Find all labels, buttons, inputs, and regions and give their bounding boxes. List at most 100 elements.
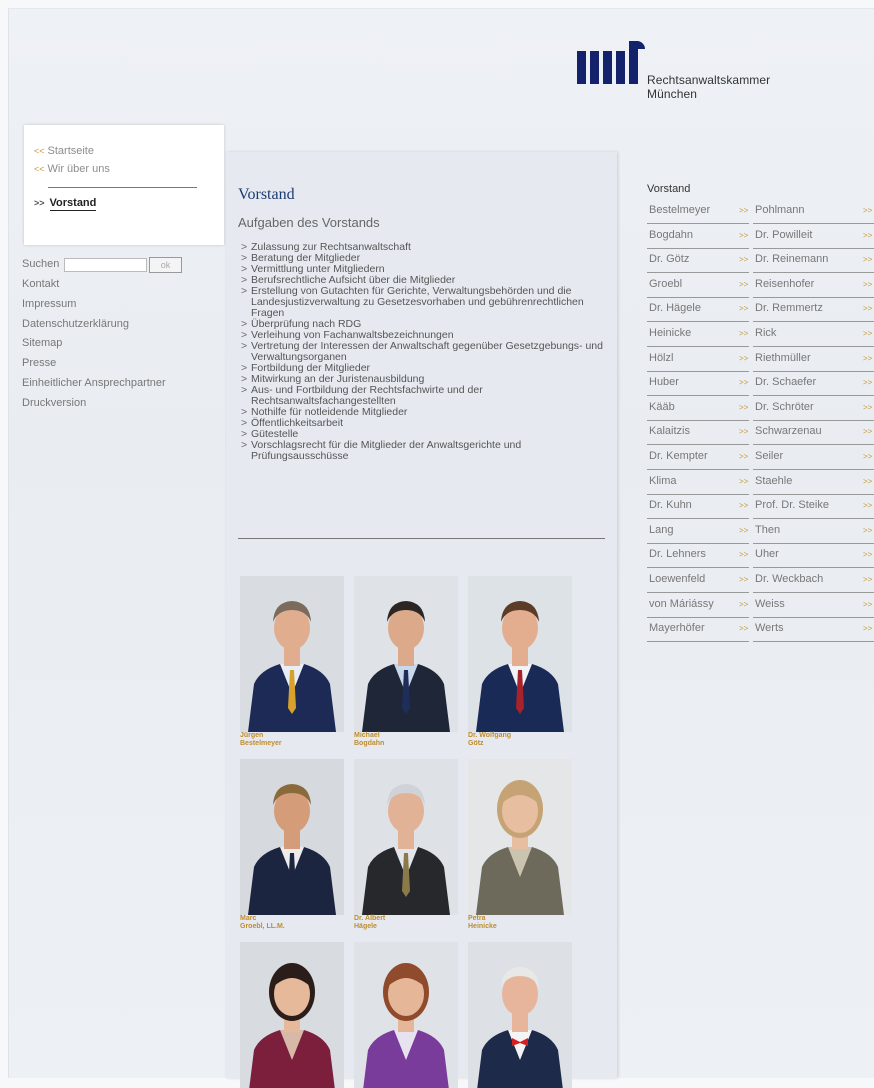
member-link[interactable]: Weiss (755, 598, 785, 610)
row-divider (647, 641, 749, 643)
row-divider (647, 247, 749, 249)
back-arrow-icon: << (34, 164, 45, 174)
portrait-image (468, 759, 572, 915)
member-link[interactable]: Werts (755, 622, 784, 634)
member-link[interactable]: Dr. Powilleit (755, 229, 812, 241)
caption-line1: Petra (468, 915, 486, 922)
row-divider (753, 272, 874, 274)
divider (48, 187, 197, 188)
member-link[interactable]: Bogdahn (649, 229, 693, 241)
row-divider (647, 272, 749, 274)
member-link[interactable]: Dr. Kempter (649, 450, 708, 462)
caption-line2: Hägele (354, 923, 377, 930)
photo-caption[interactable]: Michael Bogdahn (354, 732, 458, 748)
member-link[interactable]: Prof. Dr. Steike (755, 499, 829, 511)
board-member-photo[interactable] (468, 942, 572, 1088)
link-ansprechpartner[interactable]: Einheitlicher Ansprechpartner (22, 377, 166, 389)
breadcrumb-startseite[interactable]: << Startseite (34, 145, 94, 157)
link-kontakt[interactable]: Kontakt (22, 278, 59, 290)
member-link[interactable]: Dr. Lehners (649, 548, 706, 560)
member-link[interactable]: Bestelmeyer (649, 204, 710, 216)
member-link[interactable]: Dr. Götz (649, 253, 689, 265)
member-link[interactable]: Pohlmann (755, 204, 805, 216)
search-button[interactable]: ok (149, 257, 182, 273)
chamber-logo[interactable]: Rechtsanwaltskammer München (577, 41, 797, 111)
portrait-image (354, 576, 458, 732)
member-link[interactable]: von Máriássy (649, 598, 714, 610)
board-member-photo[interactable] (240, 576, 344, 732)
arrow-icon: >> (863, 329, 873, 338)
member-link[interactable]: Dr. Kuhn (649, 499, 692, 511)
member-link[interactable]: Kalaitzis (649, 425, 690, 437)
arrow-icon: >> (739, 476, 749, 486)
member-link[interactable]: Dr. Schröter (755, 401, 814, 413)
member-link[interactable]: Loewenfeld (649, 573, 705, 585)
member-link[interactable]: Seiler (755, 450, 783, 462)
back-arrow-icon: << (34, 146, 45, 156)
photo-caption[interactable]: Marc Groebl, LL.M. (240, 915, 344, 931)
breadcrumb-nav: << Startseite << Wir über uns >> Vorstand (24, 125, 224, 245)
board-member-photo[interactable] (468, 759, 572, 915)
member-link[interactable]: Schwarzenau (755, 425, 822, 437)
member-link[interactable]: Reisenhofer (755, 278, 814, 290)
vorstand-row: Loewenfeld >> Dr. Weckbach >> (647, 570, 874, 594)
link-datenschutz[interactable]: Datenschutzerklärung (22, 318, 129, 330)
board-member-photo[interactable] (354, 942, 458, 1088)
member-link[interactable]: Groebl (649, 278, 682, 290)
row-divider (753, 419, 874, 421)
row-divider (753, 592, 874, 593)
board-member-photo[interactable] (354, 759, 458, 915)
link-druckversion[interactable]: Druckversion (22, 397, 86, 409)
divider (238, 538, 605, 539)
forward-arrow-icon: >> (34, 198, 45, 208)
board-member-photo[interactable] (354, 576, 458, 732)
caption-line1: Michael (354, 732, 380, 739)
member-link[interactable]: Staehle (755, 475, 792, 487)
row-divider (753, 469, 874, 470)
photo-caption[interactable]: Petra Heinicke (468, 915, 572, 931)
photo-caption[interactable]: Dr. Wolfgang Götz (468, 732, 572, 748)
member-link[interactable]: Kääb (649, 401, 675, 413)
member-link[interactable]: Riethmüller (755, 352, 811, 364)
member-link[interactable]: Huber (649, 376, 679, 388)
page-title: Vorstand (238, 186, 295, 203)
member-link[interactable]: Then (755, 524, 780, 536)
caption-line2: Bestelmeyer (240, 740, 282, 747)
photo-caption[interactable]: Dr. Albert Hägele (354, 915, 458, 931)
portrait-image (240, 759, 344, 915)
member-link[interactable]: Hölzl (649, 352, 673, 364)
link-presse[interactable]: Presse (22, 357, 56, 369)
member-link[interactable]: Mayerhöfer (649, 622, 705, 634)
vorstand-row: Groebl >> Reisenhofer >> (647, 275, 874, 299)
breadcrumb-wir-ueber-uns[interactable]: << Wir über uns (34, 163, 110, 175)
arrow-icon: >> (739, 304, 749, 314)
member-link[interactable]: Rick (755, 327, 776, 339)
link-sitemap[interactable]: Sitemap (22, 337, 62, 349)
photo-caption[interactable]: Jürgen Bestelmeyer (240, 732, 344, 748)
member-link[interactable]: Heinicke (649, 327, 691, 339)
arrow-icon: >> (863, 353, 873, 363)
member-link[interactable]: Lang (649, 524, 673, 536)
board-member-photo[interactable] (240, 942, 344, 1088)
vorstand-row: Dr. Götz >> Dr. Reinemann >> (647, 250, 874, 274)
board-member-photo[interactable] (240, 759, 344, 915)
member-link[interactable]: Klima (649, 475, 677, 487)
member-link[interactable]: Dr. Hägele (649, 302, 701, 314)
link-impressum[interactable]: Impressum (22, 298, 76, 310)
arrow-icon: >> (863, 501, 873, 511)
member-link[interactable]: Dr. Reinemann (755, 253, 828, 265)
search-input[interactable] (64, 258, 147, 272)
row-divider (753, 493, 874, 495)
arrow-icon: >> (739, 255, 749, 265)
row-divider (647, 567, 749, 569)
board-member-photo[interactable] (468, 576, 572, 732)
member-link[interactable]: Dr. Remmertz (755, 302, 823, 314)
arrow-icon: >> (863, 402, 873, 412)
arrow-icon: >> (863, 206, 873, 215)
list-item: Vertretung der Interessen der Anwaltscha… (241, 341, 609, 363)
member-link[interactable]: Dr. Schaefer (755, 376, 816, 388)
portrait-image (240, 576, 344, 732)
member-link[interactable]: Uher (755, 548, 779, 560)
member-link[interactable]: Dr. Weckbach (755, 573, 823, 585)
breadcrumb-vorstand-active[interactable]: >> Vorstand (34, 197, 97, 211)
